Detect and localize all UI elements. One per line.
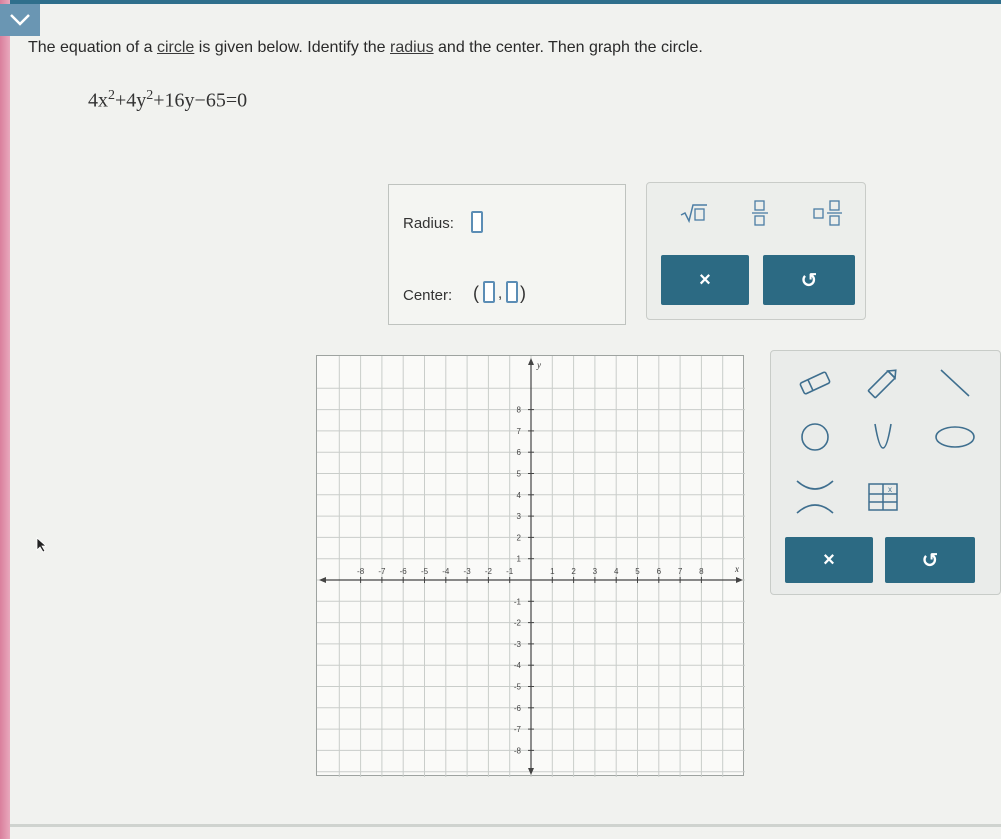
- bottom-divider: [10, 824, 1001, 827]
- y-tick-label: -6: [514, 704, 522, 713]
- x-tick-label: -2: [485, 567, 493, 576]
- y-tick-label: -4: [514, 661, 522, 670]
- collapse-button[interactable]: [0, 4, 40, 36]
- y-tick-label: 2: [517, 533, 522, 542]
- center-open-paren: (: [473, 283, 479, 303]
- graph-clear-button[interactable]: ×: [785, 537, 873, 583]
- answer-box: Radius: Center: ( , ): [388, 184, 626, 325]
- x-tick-label: -4: [442, 567, 450, 576]
- circle-icon: [801, 423, 829, 451]
- circle-link[interactable]: circle: [157, 39, 194, 56]
- x-tick-label: -5: [421, 567, 429, 576]
- fraction-icon: [752, 200, 768, 226]
- x-tick-label: 2: [571, 567, 576, 576]
- clear-icon: ×: [699, 268, 711, 291]
- parabola-tool[interactable]: [859, 417, 907, 457]
- table-symbol: x: [888, 485, 892, 494]
- y-tick-label: 8: [517, 406, 522, 415]
- y-tick-label: 5: [517, 470, 522, 479]
- undo-icon: ↺: [800, 269, 818, 292]
- undo-icon: ↺: [921, 549, 939, 572]
- question-prompt: The equation of a circle is given below.…: [28, 38, 928, 58]
- graph-canvas[interactable]: -8 -7 -6 -5 -4 -3 -2 -1 1 2 3 4 5 6 7 887654321-1-2-3-4…: [317, 356, 745, 777]
- prompt-text: is given below. Identify the: [194, 39, 390, 56]
- fraction-key[interactable]: [737, 195, 783, 231]
- mouse-cursor-icon: [36, 537, 48, 553]
- eraser-tool[interactable]: [791, 363, 839, 403]
- x-tick-label: 5: [635, 567, 640, 576]
- eq-term: +4y: [115, 89, 147, 112]
- y-tick-label: -8: [514, 746, 522, 755]
- y-tick-label: 4: [517, 491, 522, 500]
- y-tick-label: -5: [514, 683, 522, 692]
- eq-term: 4x: [88, 89, 108, 112]
- mixed-number-icon: [813, 200, 842, 226]
- x-tick-label: -8: [357, 567, 365, 576]
- y-tick-label: 6: [517, 448, 522, 457]
- pencil-tool[interactable]: [859, 363, 907, 403]
- x-tick-label: -3: [464, 567, 472, 576]
- sqrt-icon: [680, 204, 707, 224]
- line-icon: [940, 369, 970, 397]
- y-tick-label: -1: [514, 597, 522, 606]
- x-tick-label: 1: [550, 567, 555, 576]
- prompt-text: and the center. Then graph the circle.: [433, 39, 703, 56]
- y-tick-label: 1: [517, 555, 522, 564]
- eq-term: +16y−65=0: [153, 89, 248, 112]
- line-segment-tool[interactable]: [931, 363, 979, 403]
- circle-tool[interactable]: [791, 417, 839, 457]
- x-tick-label: -6: [400, 567, 408, 576]
- top-bar: [0, 0, 1001, 4]
- table-icon: x: [868, 483, 898, 511]
- prompt-text: The equation of a: [28, 39, 157, 56]
- center-x-input[interactable]: [483, 281, 495, 303]
- x-axis-label: x: [734, 564, 739, 574]
- y-tick-label: -7: [514, 725, 522, 734]
- y-axis-arrow-up: [528, 358, 534, 365]
- left-edge: [0, 0, 10, 839]
- x-tick-label: 3: [593, 567, 598, 576]
- undo-button[interactable]: ↺: [763, 255, 855, 305]
- x-tick-label: 8: [699, 567, 704, 576]
- coordinate-graph[interactable]: -8 -7 -6 -5 -4 -3 -2 -1 1 2 3 4 5 6 7 8 8 7 6 5 4 3 2 1 -1 -2 -3 -4…: [316, 355, 745, 777]
- pencil-icon: [867, 369, 897, 399]
- x-tick-label: -7: [378, 567, 386, 576]
- y-tick-label: -2: [514, 619, 522, 628]
- circle-equation: 4x2+4y2+16y−65=0: [88, 88, 247, 113]
- y-tick-label: 7: [517, 427, 522, 436]
- center-label: Center:: [403, 287, 453, 304]
- eq-exponent: 2: [108, 88, 115, 103]
- radius-link[interactable]: radius: [390, 39, 434, 56]
- x-tick-label: -1: [506, 567, 514, 576]
- x-tick-label: 6: [657, 567, 662, 576]
- graph-undo-button[interactable]: ↺: [885, 537, 975, 583]
- center-comma: ,: [498, 285, 503, 302]
- parabola-icon: [874, 423, 892, 449]
- radius-label: Radius:: [403, 215, 454, 232]
- x-tick-label: 7: [678, 567, 683, 576]
- graph-tools-panel: x × ↺: [770, 350, 1001, 595]
- ellipse-icon: [935, 426, 975, 448]
- clear-icon: ×: [823, 548, 835, 571]
- y-tick-label: -3: [514, 640, 522, 649]
- y-tick-label: 3: [517, 512, 522, 521]
- hyperbola-tool[interactable]: [791, 477, 839, 517]
- x-axis-arrow-right: [736, 577, 743, 583]
- clear-button[interactable]: ×: [661, 255, 749, 305]
- sqrt-key[interactable]: [669, 195, 719, 231]
- ellipse-tool[interactable]: [931, 417, 979, 457]
- chevron-down-icon: [10, 14, 30, 26]
- center-y-input[interactable]: [506, 281, 518, 303]
- y-axis-label: y: [536, 360, 541, 370]
- radius-input[interactable]: [471, 211, 483, 233]
- math-palette: × ↺: [646, 182, 866, 320]
- x-axis-arrow-left: [319, 577, 326, 583]
- hyperbola-icon: [796, 480, 834, 514]
- table-tool[interactable]: x: [859, 477, 907, 517]
- center-close-paren: ): [520, 283, 526, 303]
- mixed-number-key[interactable]: [803, 195, 853, 231]
- eraser-icon: [799, 371, 831, 395]
- x-tick-label: 4: [614, 567, 619, 576]
